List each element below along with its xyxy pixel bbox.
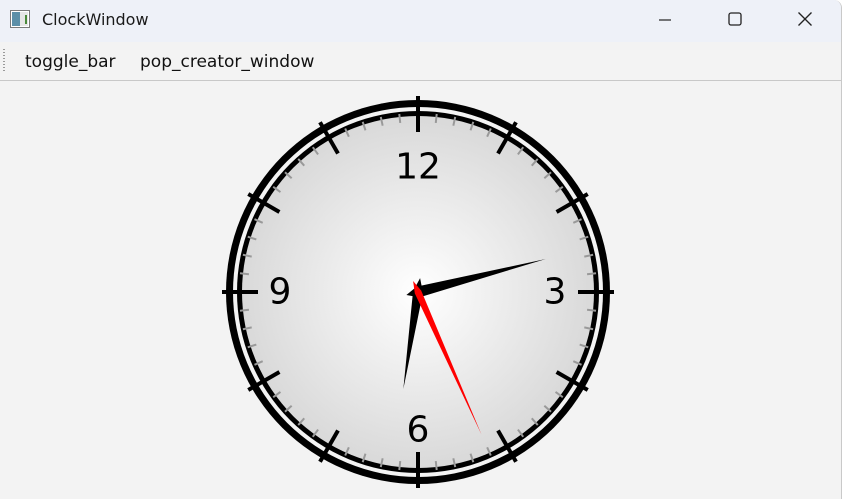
clock-window: ClockWindow toggle_bar pop_creator_windo… xyxy=(0,0,842,499)
clock-widget: 12 3 6 9 xyxy=(0,81,841,499)
app-window-icon xyxy=(10,10,30,28)
minute-tick xyxy=(398,460,402,471)
minute-tick xyxy=(398,113,402,124)
minute-tick xyxy=(239,272,250,276)
close-icon xyxy=(797,11,813,31)
window-title: ClockWindow xyxy=(42,10,149,29)
minute-tick xyxy=(239,308,250,312)
minimize-button[interactable] xyxy=(630,0,700,42)
analog-clock: 12 3 6 9 xyxy=(222,96,614,488)
toolbar-grip-handle[interactable] xyxy=(3,49,5,73)
minute-tick xyxy=(434,113,438,124)
numeral-9: 9 xyxy=(269,272,292,313)
numeral-12: 12 xyxy=(395,147,441,188)
minute-tick xyxy=(586,308,597,312)
minute-tick xyxy=(586,272,597,276)
toolbar: toggle_bar pop_creator_window xyxy=(0,42,841,81)
maximize-button[interactable] xyxy=(700,0,770,42)
toggle-bar-button[interactable]: toggle_bar xyxy=(21,50,120,74)
close-button[interactable] xyxy=(770,0,840,42)
maximize-icon xyxy=(727,11,743,31)
numeral-3: 3 xyxy=(544,272,567,313)
minute-tick xyxy=(434,460,438,471)
title-bar[interactable]: ClockWindow xyxy=(0,0,841,42)
minimize-icon xyxy=(658,12,672,31)
numeral-6: 6 xyxy=(407,410,430,451)
pop-creator-window-button[interactable]: pop_creator_window xyxy=(136,50,318,74)
